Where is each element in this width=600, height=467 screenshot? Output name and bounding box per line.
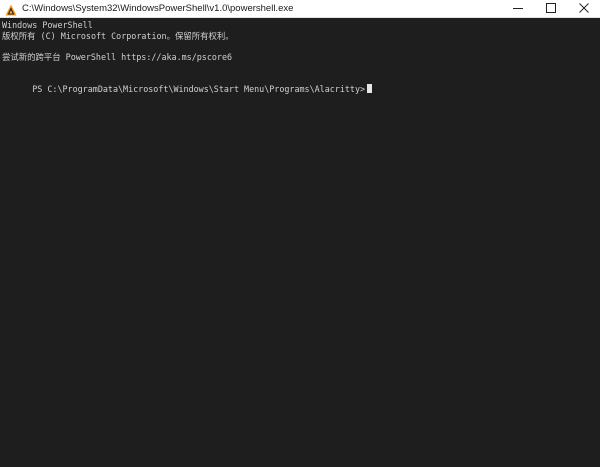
terminal-line-banner: Windows PowerShell	[2, 20, 93, 30]
minimize-button[interactable]	[501, 0, 534, 18]
alacritty-app-icon	[5, 3, 17, 16]
prompt-text: PS C:\ProgramData\Microsoft\Windows\Star…	[32, 83, 366, 94]
terminal-area[interactable]: Windows PowerShell 版权所有 (C) Microsoft Co…	[0, 18, 600, 467]
close-icon	[578, 0, 589, 18]
title-bar[interactable]: C:\Windows\System32\WindowsPowerShell\v1…	[0, 0, 600, 18]
terminal-line-copyright: 版权所有 (C) Microsoft Corporation。保留所有权利。	[2, 30, 234, 41]
terminal-window: C:\Windows\System32\WindowsPowerShell\v1…	[0, 0, 600, 467]
maximize-icon	[545, 0, 556, 18]
minimize-icon	[512, 0, 523, 18]
window-title: C:\Windows\System32\WindowsPowerShell\v1…	[22, 3, 294, 14]
close-button[interactable]	[567, 0, 600, 18]
terminal-line-pscore-hint: 尝试新的跨平台 PowerShell https://aka.ms/pscore…	[2, 51, 233, 62]
window-controls	[501, 0, 600, 18]
text-cursor	[367, 83, 373, 93]
maximize-button[interactable]	[534, 0, 567, 18]
prompt-line[interactable]: PS C:\ProgramData\Microsoft\Windows\Star…	[2, 73, 600, 94]
